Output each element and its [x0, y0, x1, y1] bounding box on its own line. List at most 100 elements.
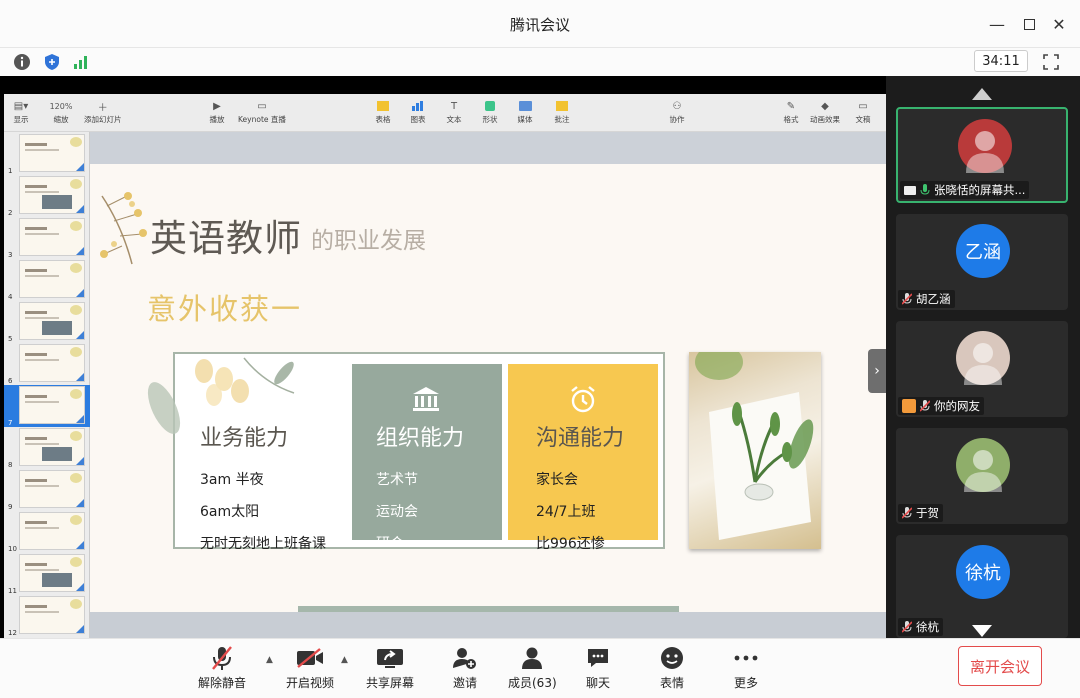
muted-mic-icon	[902, 293, 912, 305]
alarm-clock-icon	[568, 384, 598, 418]
slide-thumbnail-image	[19, 428, 85, 466]
video-options-chevron[interactable]: ▲	[341, 655, 348, 665]
maximize-button[interactable]	[1017, 12, 1041, 36]
table-icon	[372, 98, 394, 114]
leave-meeting-button[interactable]: 离开会议	[958, 646, 1042, 686]
text-button[interactable]: T 文本	[443, 98, 465, 125]
participant-name: 徐杭	[916, 620, 939, 634]
slide-number: 3	[8, 251, 13, 259]
slide-number: 2	[8, 209, 13, 217]
info-icon[interactable]	[11, 51, 33, 73]
collapse-panel-button[interactable]: ›	[868, 349, 886, 393]
mic-on-icon	[920, 184, 930, 195]
slide-number: 10	[8, 545, 17, 553]
reaction-button[interactable]: 表情	[658, 644, 686, 691]
invite-button[interactable]: 邀请	[451, 644, 479, 691]
slide-thumbnail[interactable]: 5	[4, 301, 90, 343]
members-button[interactable]: 成员(63)	[508, 644, 557, 691]
comment-icon	[551, 98, 573, 114]
participant-tile[interactable]: 你的网友	[896, 321, 1068, 417]
keynote-view-button[interactable]: ▤▾ 显示	[10, 98, 32, 125]
slide-heading: 意外收获一	[147, 292, 303, 326]
format-button[interactable]: ✎ 格式	[780, 98, 802, 125]
slide-thumbnail-image	[19, 134, 85, 172]
avatar: 徐杭	[956, 545, 1010, 599]
slide-thumbnail[interactable]: 6	[4, 343, 90, 385]
chat-button[interactable]: 聊天	[584, 644, 612, 691]
slide-thumbnail[interactable]: 9	[4, 469, 90, 511]
slide-number: 7	[8, 419, 13, 427]
slide-thumbnail[interactable]: 10	[4, 511, 90, 553]
document-button[interactable]: ▭ 文稿	[852, 98, 874, 125]
slide-thumbnail[interactable]: 4	[4, 259, 90, 301]
slide-thumbnail-image	[19, 512, 85, 550]
plus-icon: ＋	[97, 102, 108, 114]
slide-thumbnail-image	[19, 260, 85, 298]
chart-button[interactable]: 图表	[407, 98, 429, 125]
slide-number: 9	[8, 503, 13, 511]
keynote-zoom-button[interactable]: 120% 缩放	[44, 98, 78, 125]
chart-icon	[407, 98, 429, 114]
play-button[interactable]: ▶ 播放	[206, 98, 228, 125]
slide-number: 1	[8, 167, 13, 175]
participant-tile[interactable]: 于贺	[896, 428, 1068, 524]
slide-thumbnail-image	[19, 218, 85, 256]
muted-mic-icon	[920, 400, 930, 412]
animate-button[interactable]: ◆ 动画效果	[810, 98, 840, 125]
audio-options-chevron[interactable]: ▲	[266, 655, 273, 665]
more-button[interactable]: 更多	[732, 644, 760, 691]
slide-number: 6	[8, 377, 13, 385]
participant-name: 你的网友	[934, 399, 980, 413]
fullscreen-icon[interactable]	[1040, 51, 1062, 73]
more-icon	[732, 644, 760, 672]
participant-name: 于贺	[916, 506, 939, 520]
participant-name-bar: 徐杭	[898, 618, 943, 636]
participant-tile[interactable]: 乙涵 胡乙涵	[896, 214, 1068, 310]
slide-thumbnail[interactable]: 1	[4, 133, 90, 175]
shape-button[interactable]: 形状	[479, 98, 501, 125]
signal-strength-icon[interactable]	[70, 51, 92, 73]
slide-number: 4	[8, 293, 13, 301]
unmute-button[interactable]: 解除静音	[198, 644, 246, 691]
chat-icon	[584, 644, 612, 672]
slide-thumbnail[interactable]: 12	[4, 595, 90, 637]
slide-thumbnail[interactable]: 11	[4, 553, 90, 595]
minimize-button[interactable]: —	[985, 12, 1009, 36]
slide-thumbnail[interactable]: 8	[4, 427, 90, 469]
start-video-button[interactable]: 开启视频	[286, 644, 334, 691]
participant-name-bar: 张晓恬的屏幕共...	[900, 181, 1030, 199]
members-icon	[518, 644, 546, 672]
participant-name-bar: 胡乙涵	[898, 290, 955, 308]
slide-number: 5	[8, 335, 13, 343]
participant-name: 胡乙涵	[916, 292, 951, 306]
slide-thumbnail[interactable]: 2	[4, 175, 90, 217]
close-button[interactable]: ✕	[1047, 12, 1071, 36]
scroll-up-button[interactable]	[972, 85, 992, 104]
collaborate-button[interactable]: ⚇ 协作	[666, 98, 688, 125]
slide-thumbnail-image	[19, 386, 85, 424]
window-title: 腾讯会议	[509, 16, 570, 34]
slide-photo	[689, 344, 821, 549]
share-screen-button[interactable]: 共享屏幕	[366, 644, 414, 691]
user-icon	[902, 399, 916, 413]
shield-icon[interactable]	[41, 51, 63, 73]
bank-icon	[412, 386, 440, 416]
media-button[interactable]: 媒体	[514, 98, 536, 125]
add-user-icon	[451, 644, 479, 672]
text-icon: T	[450, 100, 458, 112]
table-button[interactable]: 表格	[372, 98, 394, 125]
slide-thumbnail-image	[19, 596, 85, 634]
slide-number: 8	[8, 461, 13, 469]
add-slide-button[interactable]: ＋添加幻灯片	[84, 98, 122, 125]
comment-button[interactable]: 批注	[551, 98, 573, 125]
participant-name-bar: 于贺	[898, 504, 943, 522]
media-icon	[514, 98, 536, 114]
participant-tile[interactable]: 张晓恬的屏幕共...	[896, 107, 1068, 203]
slide-thumbnail-image	[19, 176, 85, 214]
slide-thumbnail[interactable]: 7	[4, 385, 90, 427]
slide-thumbnail[interactable]: 3	[4, 217, 90, 259]
slide-title: 英语教师	[150, 217, 302, 260]
share-screen-icon	[376, 644, 404, 672]
meeting-timer: 34:11	[974, 50, 1028, 72]
keynote-live-button[interactable]: ▭ Keynote 直播	[238, 98, 286, 125]
